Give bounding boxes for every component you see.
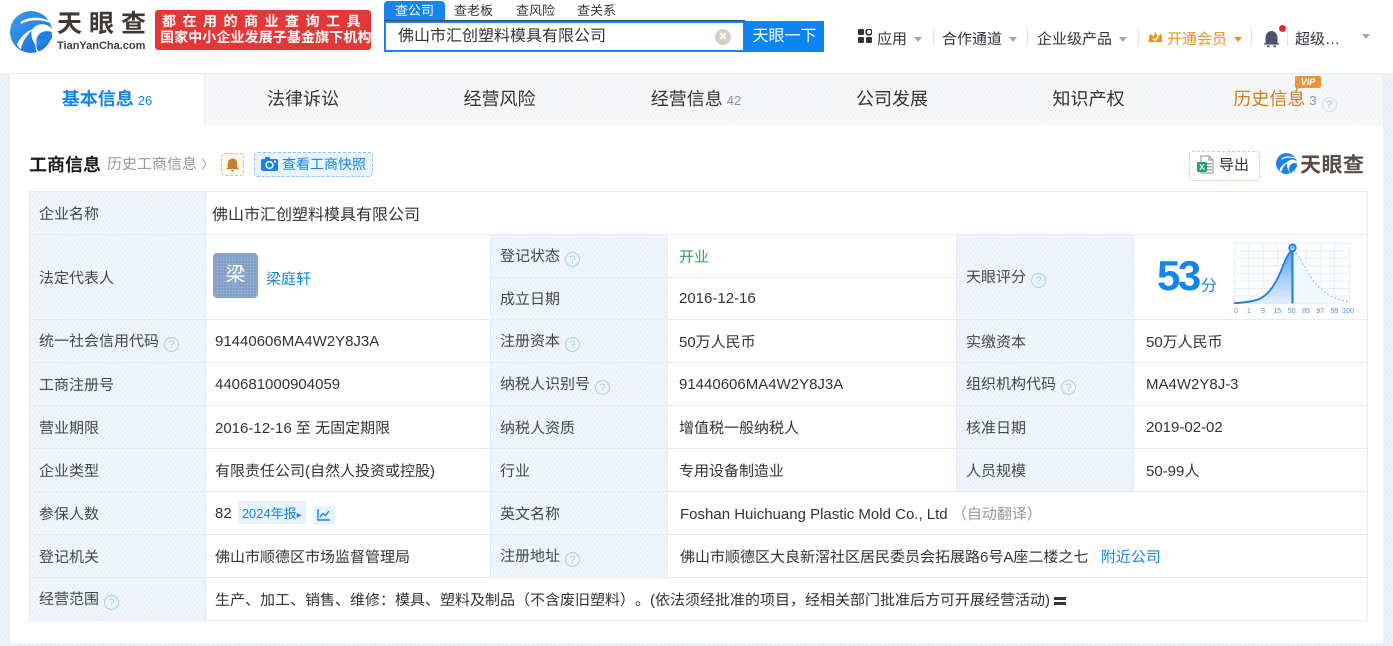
svg-text:X: X bbox=[1199, 162, 1205, 172]
svg-text:85: 85 bbox=[1302, 308, 1310, 315]
svg-text:100: 100 bbox=[1342, 308, 1354, 315]
svg-text:97: 97 bbox=[1316, 308, 1324, 315]
svg-text:1: 1 bbox=[1247, 308, 1251, 315]
svg-text:50: 50 bbox=[1288, 308, 1296, 315]
svg-text:3: 3 bbox=[1261, 308, 1265, 315]
svg-text:99: 99 bbox=[1331, 308, 1339, 315]
svg-text:0: 0 bbox=[1234, 308, 1238, 315]
svg-text:15: 15 bbox=[1274, 308, 1282, 315]
